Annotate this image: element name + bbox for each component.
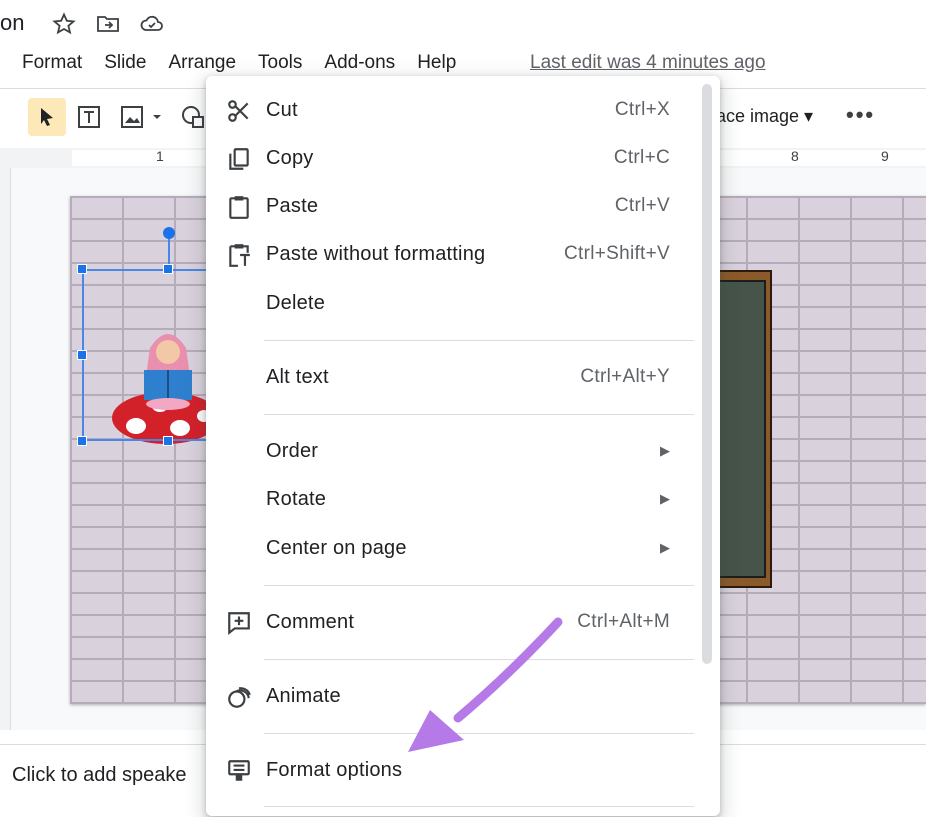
ruler-label: 9 bbox=[881, 148, 889, 164]
menu-item-alt-text[interactable]: Alt text Ctrl+Alt+Y bbox=[206, 355, 700, 399]
submenu-arrow-icon: ▶ bbox=[660, 443, 670, 458]
menu-item-shortcut: Ctrl+Alt+M bbox=[577, 611, 670, 632]
menu-item-center-on-page[interactable]: Center on page ▶ bbox=[206, 526, 700, 570]
insert-image-button[interactable] bbox=[114, 98, 168, 136]
menu-slide[interactable]: Slide bbox=[104, 52, 146, 74]
ruler-label: 1 bbox=[156, 148, 164, 164]
scissors-icon bbox=[228, 100, 249, 122]
presentation-title-fragment[interactable]: on bbox=[0, 10, 24, 36]
menu-item-paste-without-formatting[interactable]: Paste without formatting Ctrl+Shift+V bbox=[206, 232, 700, 276]
menu-item-cut[interactable]: Cut Ctrl+X bbox=[206, 88, 700, 132]
menu-item-shortcut: Ctrl+X bbox=[614, 99, 670, 120]
clipboard-text-icon bbox=[229, 244, 250, 267]
ruler-label: 8 bbox=[791, 148, 799, 164]
cloud-saved-icon[interactable] bbox=[140, 12, 164, 36]
chalkboard bbox=[718, 280, 766, 578]
menu-separator bbox=[264, 414, 694, 415]
menu-tools[interactable]: Tools bbox=[258, 52, 302, 74]
menu-addons[interactable]: Add-ons bbox=[324, 52, 395, 74]
textbox-tool-button[interactable] bbox=[70, 98, 108, 136]
resize-handle-top[interactable] bbox=[163, 264, 173, 274]
resize-handle-left[interactable] bbox=[77, 350, 87, 360]
menu-item-label: Delete bbox=[266, 291, 326, 314]
resize-handle-top-left[interactable] bbox=[77, 264, 87, 274]
menu-item-label: Paste bbox=[266, 194, 319, 217]
menu-item-label: Comment bbox=[266, 610, 355, 633]
textbox-icon bbox=[78, 106, 100, 128]
menu-separator bbox=[264, 340, 694, 341]
copy-icon bbox=[229, 148, 249, 170]
menu-item-shortcut: Ctrl+C bbox=[613, 147, 670, 168]
menu-item-copy[interactable]: Copy Ctrl+C bbox=[206, 136, 700, 180]
menu-item-shortcut: Ctrl+Shift+V bbox=[563, 243, 670, 264]
replace-image-dropdown[interactable]: ace image ▾ bbox=[716, 106, 813, 127]
resize-handle-bottom[interactable] bbox=[163, 436, 173, 446]
menubar: Format Slide Arrange Tools Add-ons Help bbox=[22, 52, 478, 74]
menu-separator bbox=[264, 806, 694, 807]
submenu-arrow-icon: ▶ bbox=[660, 491, 670, 506]
vertical-ruler bbox=[0, 168, 11, 730]
menu-item-label: Cut bbox=[266, 98, 298, 121]
last-edit-link[interactable]: Last edit was 4 minutes ago bbox=[530, 52, 766, 74]
format-options-icon bbox=[228, 760, 250, 781]
menu-item-label: Center on page bbox=[266, 536, 407, 559]
image-icon bbox=[121, 106, 161, 128]
image-selection-box bbox=[82, 269, 222, 441]
animate-icon bbox=[228, 687, 251, 708]
annotation-arrow-icon bbox=[408, 617, 563, 752]
speaker-notes-placeholder[interactable]: Click to add speake bbox=[12, 764, 187, 787]
menu-format[interactable]: Format bbox=[22, 52, 82, 74]
menu-item-label: Alt text bbox=[266, 365, 329, 388]
comment-add-icon bbox=[228, 612, 250, 636]
menu-item-order[interactable]: Order ▶ bbox=[206, 429, 700, 473]
menu-arrange[interactable]: Arrange bbox=[168, 52, 236, 74]
menu-item-label: Order bbox=[266, 439, 319, 462]
menu-help[interactable]: Help bbox=[417, 52, 456, 74]
rotation-handle[interactable] bbox=[163, 227, 175, 239]
menu-item-label: Copy bbox=[266, 146, 314, 169]
shape-icon bbox=[182, 106, 204, 128]
menu-item-shortcut: Ctrl+Alt+Y bbox=[580, 366, 670, 387]
menu-item-shortcut: Ctrl+V bbox=[614, 195, 670, 216]
select-tool-button[interactable] bbox=[28, 98, 66, 136]
menu-item-label: Animate bbox=[266, 684, 341, 707]
menu-item-label: Rotate bbox=[266, 487, 327, 510]
more-options-icon[interactable]: ••• bbox=[846, 102, 875, 128]
star-icon[interactable] bbox=[52, 12, 76, 36]
clipboard-icon bbox=[229, 196, 249, 219]
menu-separator bbox=[264, 585, 694, 586]
menu-item-label: Format options bbox=[266, 758, 403, 781]
menu-item-rotate[interactable]: Rotate ▶ bbox=[206, 477, 700, 521]
cursor-icon bbox=[41, 108, 53, 126]
context-menu-scrollbar[interactable] bbox=[702, 84, 712, 664]
resize-handle-bottom-left[interactable] bbox=[77, 436, 87, 446]
submenu-arrow-icon: ▶ bbox=[660, 540, 670, 555]
menu-item-delete[interactable]: Delete bbox=[206, 281, 700, 325]
move-to-folder-icon[interactable] bbox=[96, 12, 120, 36]
menu-item-label: Paste without formatting bbox=[266, 242, 486, 265]
menu-item-paste[interactable]: Paste Ctrl+V bbox=[206, 184, 700, 228]
